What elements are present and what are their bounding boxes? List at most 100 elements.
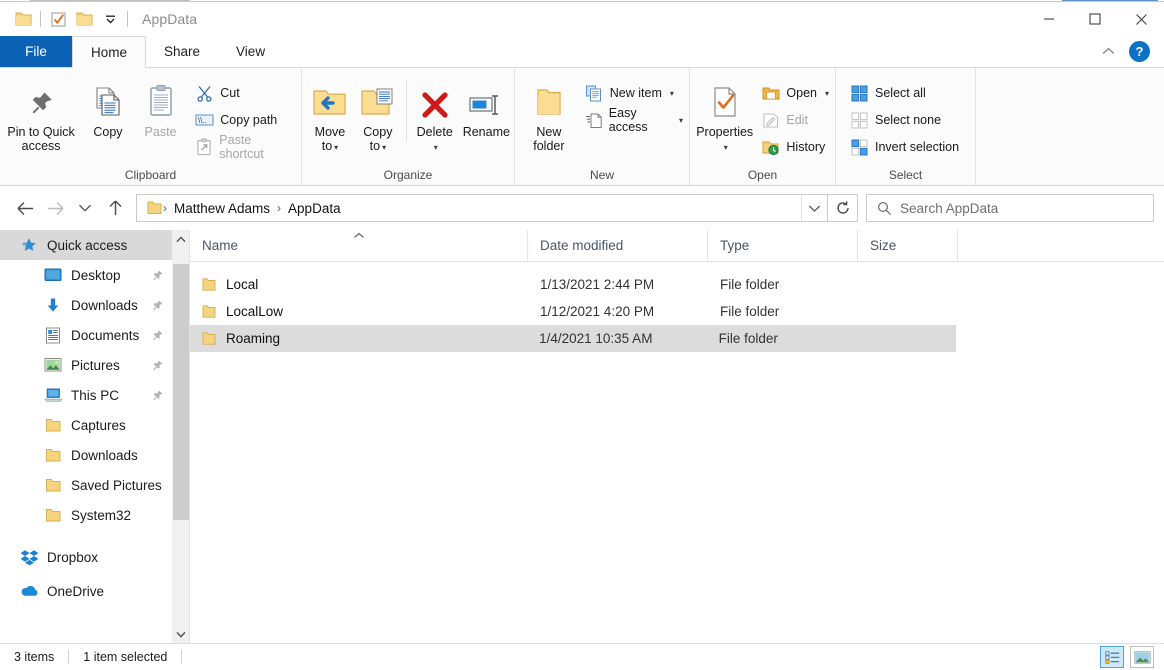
select-all-button[interactable]: Select all (844, 80, 965, 106)
minimize-button[interactable] (1026, 2, 1072, 36)
new-item-button[interactable]: New item ▾ (579, 80, 689, 106)
address-dropdown-button[interactable] (801, 195, 827, 221)
collapse-ribbon-icon[interactable] (1097, 41, 1119, 63)
pin-to-quick-access-button[interactable]: Pin to Quick access (0, 74, 82, 153)
move-to-button[interactable]: Move to ▾ (306, 74, 354, 155)
sort-ascending-icon (190, 232, 527, 239)
close-button[interactable] (1118, 2, 1164, 36)
file-date-modified: 1/13/2021 2:44 PM (540, 277, 655, 292)
copy-path-button[interactable]: \\.. Copy path (189, 107, 301, 133)
column-header-size[interactable]: Size (858, 229, 958, 262)
delete-button[interactable]: Delete ▾ (411, 74, 459, 155)
rename-icon (467, 80, 505, 120)
sidebar-item-quick-access[interactable]: Quick access (0, 230, 172, 260)
folder-icon (42, 474, 64, 496)
refresh-button[interactable] (828, 194, 858, 222)
chevron-down-icon[interactable]: ▾ (670, 89, 674, 98)
tab-home[interactable]: Home (72, 36, 147, 68)
new-folder-button[interactable]: New folder (523, 74, 575, 153)
window-controls (1026, 2, 1164, 36)
maximize-button[interactable] (1072, 2, 1118, 36)
history-button[interactable]: History (755, 134, 835, 160)
sidebar-item-desktop[interactable]: Desktop (0, 260, 172, 290)
edit-label: Edit (786, 113, 808, 127)
pin-icon[interactable] (151, 389, 164, 402)
back-button[interactable] (10, 193, 40, 223)
sidebar-item-label: Desktop (71, 267, 121, 283)
table-row[interactable]: LocalLow 1/12/2021 4:20 PM File folder (190, 298, 1164, 325)
breadcrumb-item-appdata[interactable]: AppData (282, 201, 347, 216)
paste-icon (146, 80, 176, 120)
svg-text:\\..: \\.. (198, 116, 207, 125)
scrollbar-thumb[interactable] (172, 264, 189, 520)
select-none-button[interactable]: Select none (844, 107, 965, 133)
file-list-pane: Name Date modified Type Size Local 1/13/… (190, 229, 1164, 643)
easy-access-button[interactable]: Easy access ▾ (579, 106, 689, 134)
move-to-label-line1: Move (314, 125, 346, 139)
scrollbar-track[interactable] (172, 248, 190, 625)
sidebar-item-label: System32 (71, 507, 132, 523)
sidebar-item-system32[interactable]: System32 (0, 500, 172, 530)
recent-locations-button[interactable] (70, 193, 100, 223)
tab-view[interactable]: View (218, 36, 283, 67)
chevron-down-icon[interactable] (97, 6, 123, 32)
edit-button[interactable]: Edit (755, 107, 835, 133)
scroll-down-arrow-icon[interactable] (172, 625, 190, 643)
pin-icon[interactable] (151, 359, 164, 372)
help-button[interactable]: ? (1129, 41, 1150, 62)
column-header-date-modified[interactable]: Date modified (528, 229, 708, 262)
rename-button[interactable]: Rename (459, 74, 514, 139)
move-to-icon (311, 80, 349, 120)
move-to-label-line2: to (321, 139, 333, 153)
properties-button[interactable]: Properties ▾ (694, 74, 755, 155)
sidebar-scrollbar[interactable] (172, 230, 190, 643)
column-header-name[interactable]: Name (190, 229, 528, 262)
sidebar-item-downloads-folder[interactable]: Downloads (0, 440, 172, 470)
folder-icon[interactable] (10, 6, 36, 32)
file-type: File folder (720, 277, 780, 292)
search-input[interactable]: Search AppData (866, 194, 1154, 222)
file-explorer-window: AppData File Home Share View ? Pin to Qu… (0, 0, 1164, 670)
sidebar-item-dropbox[interactable]: Dropbox (0, 540, 172, 574)
scroll-up-arrow-icon[interactable] (172, 230, 190, 248)
forward-button[interactable] (40, 193, 70, 223)
sidebar-item-pictures[interactable]: Pictures (0, 350, 172, 380)
properties-icon (710, 80, 740, 120)
chevron-down-icon[interactable]: ▾ (679, 116, 683, 125)
copy-button[interactable]: Copy (82, 74, 134, 139)
table-row[interactable]: Roaming 1/4/2021 10:35 AM File folder (190, 325, 956, 352)
large-icons-view-button[interactable] (1130, 646, 1154, 668)
folder-icon (42, 414, 64, 436)
pin-icon[interactable] (151, 299, 164, 312)
file-name: Roaming (226, 331, 281, 346)
chevron-down-icon[interactable]: ▾ (825, 89, 829, 98)
paste-shortcut-button[interactable]: Paste shortcut (189, 133, 301, 161)
folder-icon[interactable] (71, 6, 97, 32)
cut-button[interactable]: Cut (189, 80, 301, 106)
open-button[interactable]: Open ▾ (755, 80, 835, 106)
copy-to-button[interactable]: Copy to ▾ (354, 74, 402, 155)
pin-icon (26, 80, 56, 120)
folder-icon[interactable] (145, 201, 162, 215)
paste-button[interactable]: Paste (134, 74, 188, 139)
address-bar[interactable]: › Matthew Adams › AppData (136, 194, 828, 222)
sidebar-item-downloads[interactable]: Downloads (0, 290, 172, 320)
invert-selection-button[interactable]: Invert selection (844, 134, 965, 160)
sidebar-item-captures[interactable]: Captures (0, 410, 172, 440)
tab-share[interactable]: Share (146, 36, 218, 67)
dropbox-icon (18, 546, 40, 568)
breadcrumb-item-matthew-adams[interactable]: Matthew Adams (168, 201, 276, 216)
checkbox-check-icon[interactable] (45, 6, 71, 32)
pin-icon[interactable] (151, 269, 164, 282)
up-button[interactable] (100, 193, 130, 223)
column-header-type[interactable]: Type (708, 229, 858, 262)
tab-file[interactable]: File (0, 36, 72, 67)
table-row[interactable]: Local 1/13/2021 2:44 PM File folder (190, 271, 1164, 298)
sidebar-item-this-pc[interactable]: This PC (0, 380, 172, 410)
pin-icon[interactable] (151, 329, 164, 342)
details-view-button[interactable] (1100, 646, 1124, 668)
sidebar-item-saved-pictures[interactable]: Saved Pictures (0, 470, 172, 500)
open-small-buttons: Open ▾ Edit History (755, 74, 835, 160)
sidebar-item-onedrive[interactable]: OneDrive (0, 574, 172, 608)
sidebar-item-documents[interactable]: Documents (0, 320, 172, 350)
